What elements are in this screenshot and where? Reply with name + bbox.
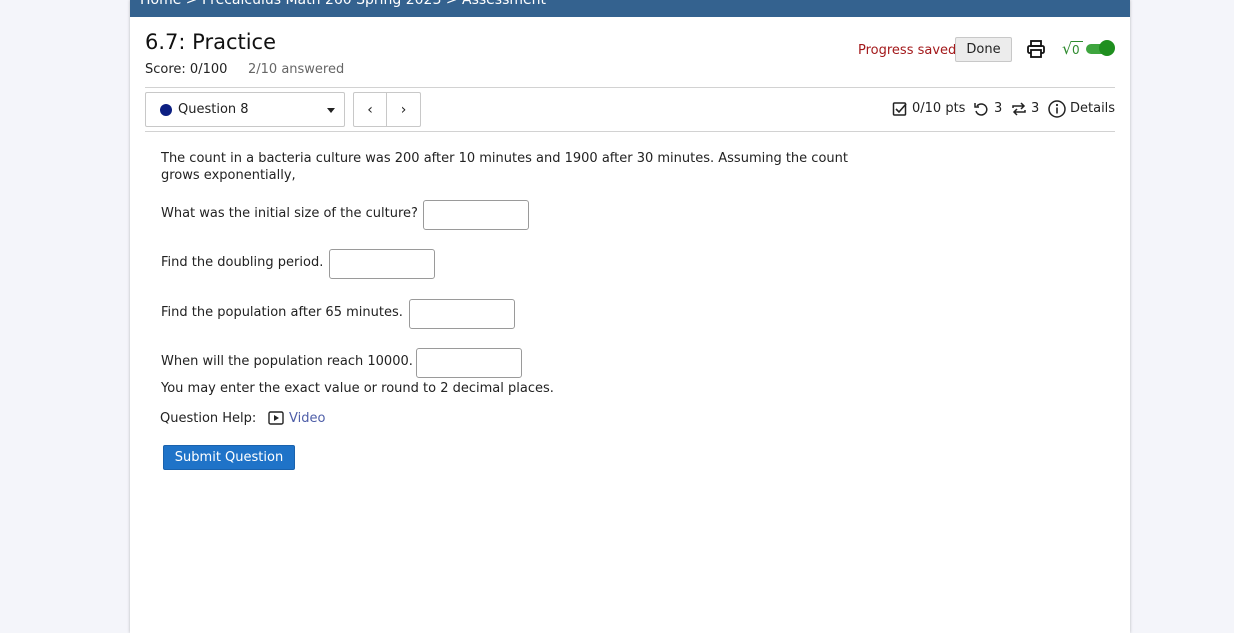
retries-count: 3 (994, 101, 1003, 116)
question-select-dropdown[interactable]: Question 8 (145, 92, 345, 127)
next-question-button[interactable]: › (386, 92, 421, 127)
repeat-icon (1012, 102, 1026, 116)
printer-icon[interactable] (1026, 39, 1046, 59)
top-nav-bar: Home > Precalculus Math 260 Spring 2023 … (130, 0, 1130, 17)
question-bar-divider (145, 131, 1115, 132)
progress-saved-status: Progress saved (858, 43, 957, 58)
toggle-knob (1099, 40, 1115, 56)
question-status-dot (160, 104, 172, 116)
done-button[interactable]: Done (955, 37, 1012, 62)
problem-statement: The count in a bacteria culture was 200 … (161, 151, 848, 183)
chevron-down-icon (327, 108, 335, 113)
part-4-prompt: When will the population reach 10000. (161, 354, 413, 369)
info-icon[interactable] (1048, 100, 1066, 118)
population-65-input[interactable] (409, 299, 515, 329)
doubling-period-input[interactable] (329, 249, 435, 279)
sqrt-bar (1071, 41, 1083, 42)
video-help-link[interactable]: Video (289, 411, 325, 426)
score-text: Score: 0/100 (145, 62, 228, 77)
sqrt-box-glyph: 0 (1072, 43, 1080, 57)
part-2-prompt: Find the doubling period. (161, 255, 324, 270)
video-icon[interactable] (268, 411, 284, 425)
checkbox-icon (892, 102, 907, 116)
attempts-count: 3 (1031, 101, 1040, 116)
assessment-page: Home > Precalculus Math 260 Spring 2023 … (130, 0, 1130, 633)
reach-10000-input[interactable] (416, 348, 522, 378)
question-help-label: Question Help: (160, 411, 257, 426)
header-divider (145, 87, 1115, 88)
page-title: 6.7: Practice (145, 30, 277, 54)
previous-question-button[interactable]: ‹ (353, 92, 387, 127)
details-link[interactable]: Details (1070, 101, 1115, 116)
rounding-note: You may enter the exact value or round t… (161, 381, 554, 396)
part-3-prompt: Find the population after 65 minutes. (161, 305, 403, 320)
answered-count: 2/10 answered (248, 62, 345, 77)
part-1-prompt: What was the initial size of the culture… (161, 206, 418, 221)
points-value: 0/10 pts (912, 101, 966, 116)
math-entry-toggle[interactable]: √ 0 (1062, 38, 1115, 60)
undo-icon (974, 103, 988, 116)
initial-size-input[interactable] (423, 200, 529, 230)
breadcrumb[interactable]: Home > Precalculus Math 260 Spring 2023 … (140, 0, 546, 8)
submit-question-button[interactable]: Submit Question (163, 445, 295, 470)
question-select-label: Question 8 (178, 102, 249, 117)
